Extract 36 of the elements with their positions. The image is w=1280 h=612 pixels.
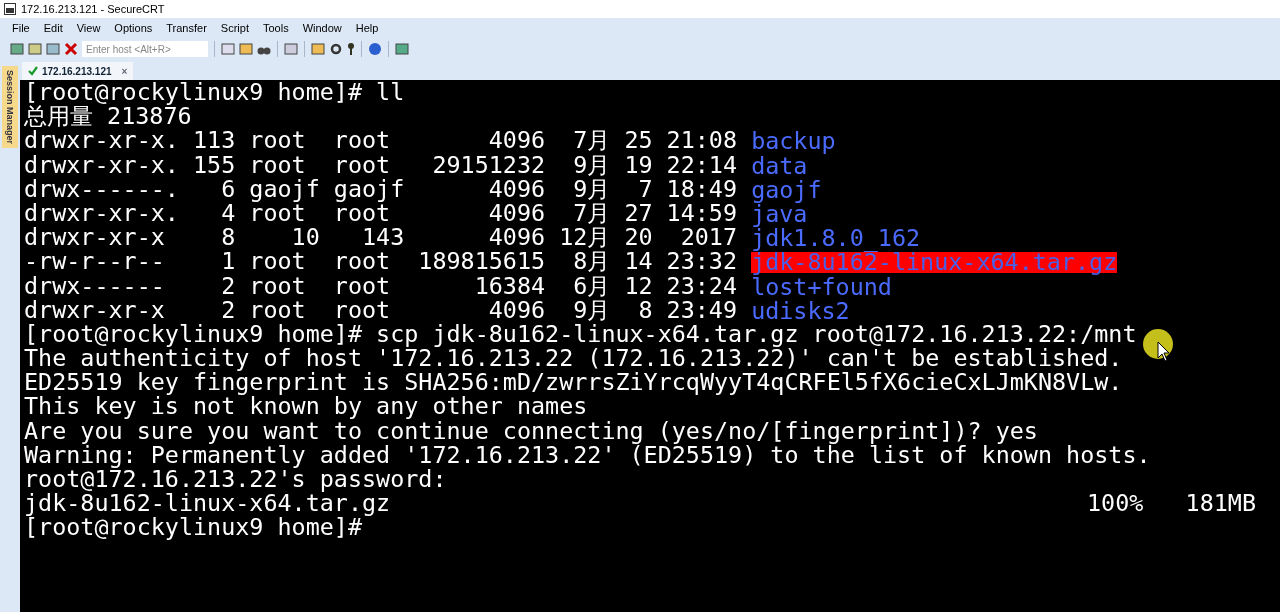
- terminal-line: [root@rockylinux9 home]#: [24, 515, 362, 540]
- menu-item[interactable]: View: [70, 22, 107, 34]
- host-field[interactable]: Enter host <Alt+R>: [82, 41, 208, 57]
- menu-item[interactable]: Tools: [256, 22, 295, 34]
- terminal-line: root@172.16.213.22's password:: [24, 467, 447, 492]
- terminal-line: 总用量 213876: [24, 104, 192, 129]
- file-info: drwx------ 2 root root 16384 6月 12 23:24: [24, 273, 739, 298]
- file-info: drwxr-xr-x 2 root root 4096 9月 8 23:49: [24, 297, 739, 322]
- menu-item[interactable]: Options: [108, 22, 159, 34]
- file-name: jdk-8u162-linux-x64.tar.gz: [24, 491, 391, 516]
- terminal-line: This key is not known by any other names: [24, 394, 588, 419]
- file-info: drwxr-xr-x. 113 root root 4096 7月 25 21:08: [24, 128, 739, 153]
- menu-item[interactable]: Edit: [37, 22, 69, 34]
- menu-item[interactable]: File: [6, 22, 36, 34]
- file-name: jdk-8u162-linux-x64.tar.gz: [751, 252, 1118, 274]
- file-name: backup: [751, 131, 836, 153]
- menu-item[interactable]: Window: [296, 22, 348, 34]
- window-title: 172.16.213.121 - SecureCRT: [21, 3, 165, 15]
- file-name: lost+found: [751, 276, 892, 298]
- menu-item[interactable]: Script: [214, 22, 255, 34]
- menu-item[interactable]: Transfer: [160, 22, 213, 34]
- file-info: drwxr-xr-x. 155 root root 29151232 9月 19 22:14: [24, 152, 739, 177]
- terminal-line: [root@rockylinux9 home]# scp jdk-8u162-linux-x64.tar.gz root@172.16.213.22:/mnt: [24, 321, 1137, 347]
- file-info: -rw-r--r-- 1 root root 189815615 8月 14 23:32: [24, 249, 739, 274]
- file-name: udisks2: [751, 300, 850, 322]
- terminal-line: [root@rockylinux9 home]# ll: [24, 80, 405, 105]
- file-name: data: [751, 155, 808, 177]
- terminal-line: ED25519 key fingerprint is SHA256:mD/zwrrsZiYrcqWyyT4qCRFEl5fX6cieCxLJmKN8VLw.: [24, 370, 1123, 395]
- file-name: jdk1.8.0_162: [751, 228, 921, 250]
- menu-item[interactable]: Help: [349, 22, 385, 34]
- file-info: drwxr-xr-x 8 10 143 4096 12月 20 2017: [24, 225, 739, 250]
- session-tab[interactable]: 172.16.213.121 ×: [22, 62, 134, 80]
- file-info: drwx------. 6 gaojf gaojf 4096 9月 7 18:49: [24, 176, 739, 201]
- close-icon[interactable]: ×: [121, 65, 128, 77]
- session-manager-tab[interactable]: Session Manager: [2, 66, 18, 149]
- terminal-line: Are you sure you want to continue connecting (yes/no/[fingerprint])? yes: [24, 418, 1038, 443]
